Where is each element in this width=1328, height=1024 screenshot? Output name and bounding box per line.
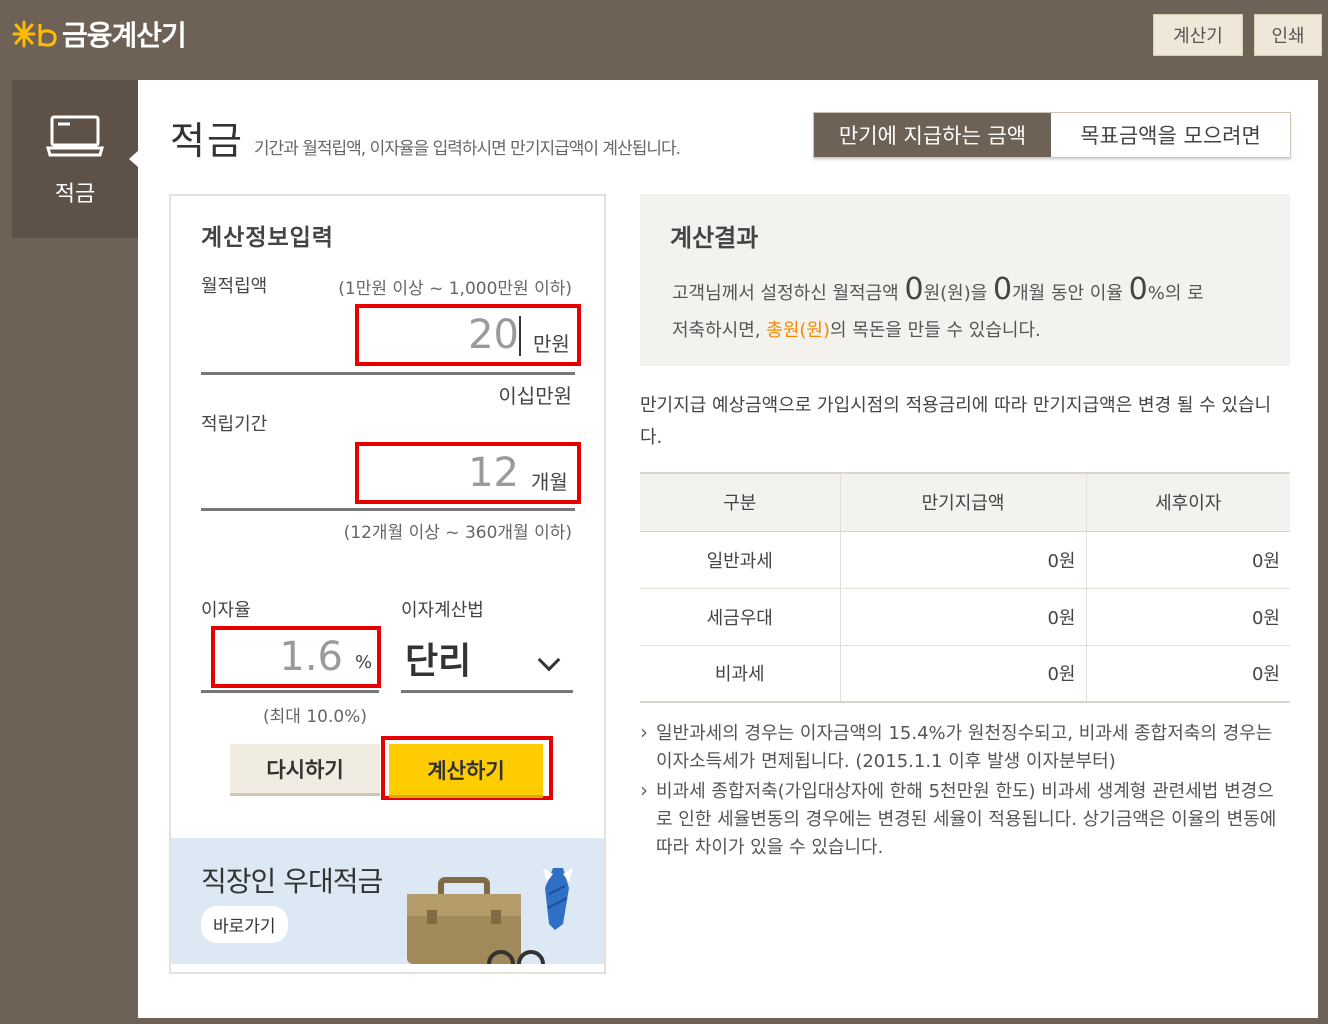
table-row: 비과세 0원 0원	[640, 645, 1290, 703]
page-description: 기간과 월적립액, 이자율을 입력하시면 만기지급액이 계산됩니다.	[253, 139, 681, 159]
table-cell: 비과세	[640, 645, 840, 703]
table-cell: 0원	[1085, 645, 1290, 703]
table-cell: 세금우대	[640, 588, 840, 646]
tab-target-amount[interactable]: 목표금액을 모으려면	[1051, 113, 1290, 157]
table-cell: 0원	[839, 531, 1086, 589]
table-row: 세금우대 0원 0원	[640, 588, 1290, 646]
maturity-notice: 만기지급 예상금액으로 가입시점의 적용금리에 따라 만기지급액은 변경 될 수…	[640, 395, 1272, 448]
laptop-icon	[46, 114, 104, 162]
sidebar-item-label: 적금	[54, 182, 96, 207]
period-input[interactable]: 12	[371, 450, 519, 496]
period-range-hint: (12개월 이상 ~ 360개월 이하)	[343, 523, 572, 543]
table-cell: 0원	[1085, 531, 1290, 589]
table-header: 만기지급액	[839, 472, 1086, 532]
table-header: 세후이자	[1085, 472, 1290, 532]
method-label: 이자계산법	[401, 600, 484, 621]
mode-tabs: 만기에 지급하는 금액 목표금액을 모으려면	[813, 112, 1291, 158]
page-header: 적금 기간과 월적립액, 이자율을 입력하시면 만기지급액이 계산됩니다.	[170, 110, 681, 165]
monthly-amount-input[interactable]: 20	[371, 312, 519, 358]
interest-method-value: 단리	[405, 641, 472, 682]
table-header-row: 구분 만기지급액 세후이자	[640, 472, 1290, 532]
top-bar: 금융계산기 계산기 인쇄	[0, 0, 1328, 78]
banner-title: 직장인 우대적금	[201, 865, 383, 898]
period-label: 적립기간	[201, 414, 268, 435]
logo: 금융계산기	[10, 14, 187, 54]
rate-unit: %	[355, 652, 373, 673]
table-cell: 0원	[1085, 588, 1290, 646]
chevron-down-icon	[537, 648, 561, 672]
result-table: 구분 만기지급액 세후이자 일반과세 0원 0원 세금우대 0원 0원 비과세 …	[640, 472, 1290, 703]
print-button[interactable]: 인쇄	[1254, 14, 1322, 56]
monthly-range-hint: (1만원 이상 ~ 1,000만원 이하)	[338, 279, 572, 299]
result-sentence-1: 고객님께서 설정하신 월적금액 0원(원)을 0개월 동안 이율 0%의 로	[672, 272, 1204, 307]
page-title: 적금	[170, 119, 244, 163]
table-cell: 0원	[839, 588, 1086, 646]
form-title: 계산정보입력	[201, 225, 334, 251]
result-sentence-2: 저축하시면, 총원(원)의 목돈을 만들 수 있습니다.	[672, 316, 1041, 342]
briefcase-icon	[403, 864, 593, 964]
text-caret	[519, 316, 521, 356]
interest-method-select[interactable]: 단리	[401, 624, 573, 696]
table-row: 일반과세 0원 0원	[640, 531, 1290, 589]
period-underline	[201, 508, 575, 511]
rate-underline	[201, 690, 379, 693]
promo-banner[interactable]: 직장인 우대적금 바로가기	[171, 838, 604, 964]
main-panel: 적금 기간과 월적립액, 이자율을 입력하시면 만기지급액이 계산됩니다. 만기…	[138, 80, 1318, 1018]
result-text: 저축하시면,	[672, 320, 761, 341]
calculator-button[interactable]: 계산기	[1153, 14, 1243, 56]
monthly-korean-amount: 이십만원	[498, 384, 572, 408]
result-text: 의 목돈을 만들 수 있습니다.	[830, 320, 1041, 341]
result-text: 개월 동안 이율	[1012, 283, 1123, 304]
result-text: 고객님께서 설정하신 월적금액	[672, 283, 899, 304]
footnote-tax-change: 비과세 종합저축(가입대상자에 한해 5천만원 한도) 비과세 생계형 관련세법…	[640, 776, 1290, 862]
result-summary: 계산결과 고객님께서 설정하신 월적금액 0원(원)을 0개월 동안 이율 0%…	[640, 194, 1290, 366]
table-cell: 일반과세	[640, 531, 840, 589]
sidebar-item-savings[interactable]: 적금	[12, 80, 139, 238]
tab-maturity-amount[interactable]: 만기에 지급하는 금액	[814, 113, 1051, 157]
result-total: 총원(원)	[766, 320, 830, 341]
kb-star-icon	[10, 14, 62, 54]
result-title: 계산결과	[670, 224, 759, 252]
input-form: 계산정보입력 월적립액 (1만원 이상 ~ 1,000만원 이하) 20 만원 …	[169, 194, 606, 974]
rate-label: 이자율	[201, 600, 251, 621]
calculate-button[interactable]: 계산하기	[389, 744, 543, 798]
table-header: 구분	[640, 472, 840, 532]
app-title: 금융계산기	[62, 19, 187, 52]
result-months: 0	[993, 272, 1013, 307]
result-text: 원(원)을	[923, 283, 988, 304]
reset-button[interactable]: 다시하기	[230, 744, 380, 796]
footnote-tax: 일반과세의 경우는 이자금액의 15.4%가 원천징수되고, 비과세 종합저축의…	[640, 718, 1290, 776]
method-underline	[401, 690, 573, 693]
monthly-underline	[201, 372, 575, 375]
monthly-label: 월적립액	[201, 276, 268, 297]
monthly-unit: 만원	[533, 332, 570, 356]
table-cell: 0원	[839, 645, 1086, 703]
result-rate: 0	[1128, 272, 1148, 307]
rate-input[interactable]: 1.6	[221, 634, 343, 680]
period-unit: 개월	[531, 470, 568, 494]
result-amount: 0	[904, 272, 924, 307]
banner-link-button[interactable]: 바로가기	[201, 906, 288, 943]
rate-max-hint: (최대 10.0%)	[263, 707, 367, 727]
result-text: %의 로	[1147, 283, 1204, 304]
